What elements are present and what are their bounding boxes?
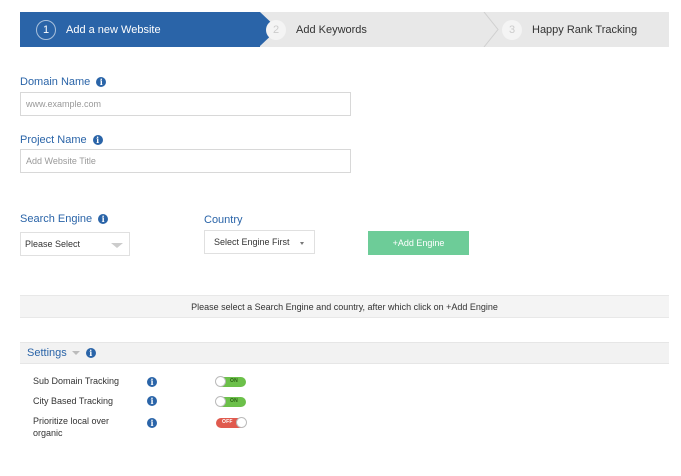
step-happy-rank-tracking[interactable]: 3 Happy Rank Tracking bbox=[502, 12, 637, 47]
search-engine-label-text: Search Engine bbox=[20, 213, 93, 225]
info-icon[interactable]: i bbox=[147, 396, 157, 406]
chevron-down-icon bbox=[300, 242, 304, 245]
city-based-tracking-label: City Based Tracking bbox=[33, 396, 114, 406]
country-label: Country bbox=[204, 214, 243, 226]
toggle-knob bbox=[236, 417, 247, 428]
domain-name-input[interactable] bbox=[20, 92, 351, 116]
prioritize-local-toggle[interactable]: OFF bbox=[216, 417, 247, 428]
toggle-state: ON bbox=[230, 378, 238, 384]
country-select[interactable]: Select Engine First bbox=[204, 230, 315, 254]
step-label: Happy Rank Tracking bbox=[532, 23, 638, 36]
chevron-down-icon[interactable] bbox=[71, 351, 80, 355]
step-label: Add Keywords bbox=[296, 23, 367, 36]
settings-title: Settings bbox=[27, 347, 67, 359]
domain-name-label-text: Domain Name bbox=[20, 76, 91, 88]
toggle-state: OFF bbox=[222, 419, 233, 425]
prioritize-local-label: Prioritize local over organic bbox=[33, 416, 110, 438]
country-selected: Select Engine First bbox=[214, 237, 290, 247]
wizard-stepper: 1 Add a new Website 2 Add Keywords 3 Hap… bbox=[20, 12, 669, 47]
info-icon[interactable]: i bbox=[92, 135, 103, 145]
instruction-notice: Please select a Search Engine and countr… bbox=[20, 295, 669, 318]
add-engine-button[interactable]: +Add Engine bbox=[368, 231, 469, 255]
toggle-knob bbox=[215, 396, 226, 407]
project-name-label: Project Name i bbox=[20, 134, 103, 146]
info-icon[interactable]: i bbox=[96, 77, 107, 87]
step-label: Add a new Website bbox=[66, 23, 161, 36]
info-icon[interactable]: i bbox=[85, 348, 96, 358]
step-number: 3 bbox=[502, 19, 522, 40]
info-icon[interactable]: i bbox=[98, 214, 109, 224]
step-number: 2 bbox=[266, 19, 286, 40]
country-label-text: Country bbox=[204, 214, 243, 226]
toggle-state: ON bbox=[230, 398, 238, 404]
search-engine-select[interactable]: Please Select bbox=[20, 232, 130, 256]
chevron-down-icon bbox=[111, 243, 123, 248]
step-number: 1 bbox=[36, 19, 56, 40]
sub-domain-tracking-label: Sub Domain Tracking bbox=[33, 376, 120, 386]
notice-text: Please select a Search Engine and countr… bbox=[191, 301, 498, 312]
info-icon[interactable]: i bbox=[147, 418, 157, 428]
project-name-label-text: Project Name bbox=[20, 134, 87, 146]
settings-header[interactable]: Settings i bbox=[20, 342, 669, 364]
domain-name-label: Domain Name i bbox=[20, 76, 107, 88]
sub-domain-tracking-toggle[interactable]: ON bbox=[215, 376, 246, 387]
city-based-tracking-toggle[interactable]: ON bbox=[215, 396, 246, 407]
info-icon[interactable]: i bbox=[147, 377, 157, 387]
step-add-website[interactable]: 1 Add a new Website bbox=[20, 12, 278, 47]
search-engine-label: Search Engine i bbox=[20, 213, 109, 225]
project-name-input[interactable] bbox=[20, 149, 351, 173]
toggle-knob bbox=[215, 376, 226, 387]
step-separator-icon bbox=[482, 12, 500, 47]
search-engine-selected: Please Select bbox=[25, 239, 81, 249]
step-add-keywords[interactable]: 2 Add Keywords bbox=[266, 12, 367, 47]
